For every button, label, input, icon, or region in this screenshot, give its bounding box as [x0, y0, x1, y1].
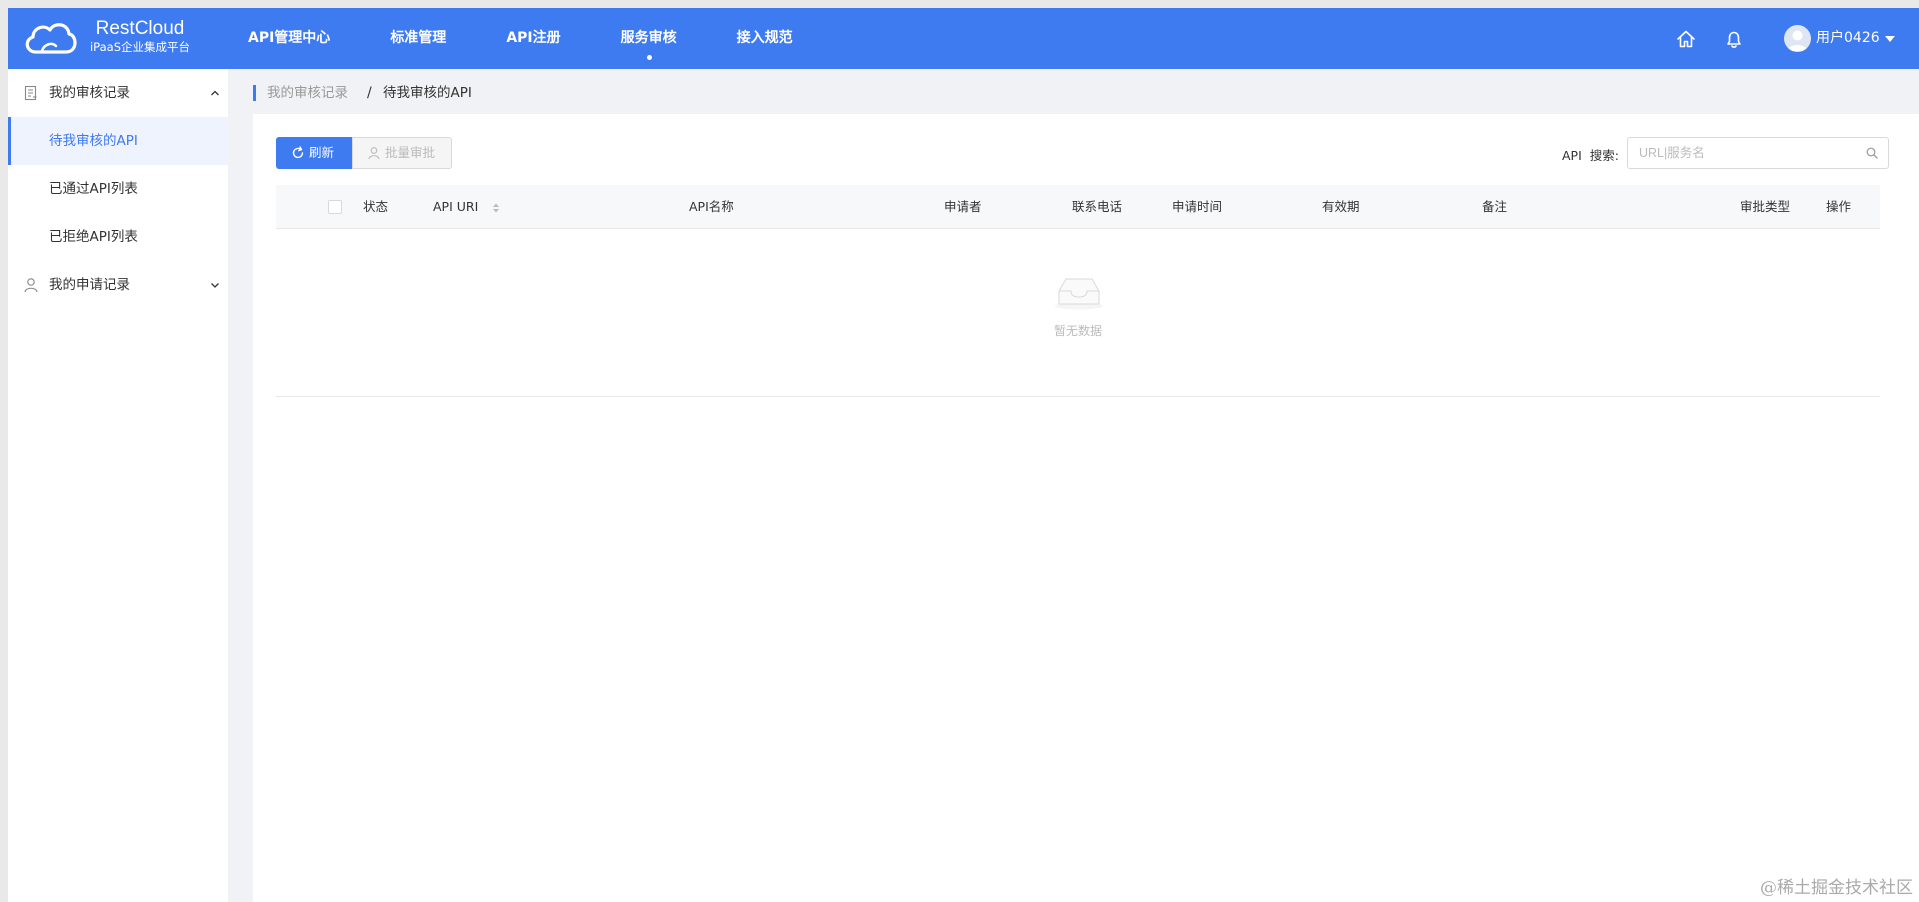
- table-header: 状态 API URI API名称 申请者 联系电话 申请时间 有效期 备注 审批…: [276, 185, 1880, 229]
- refresh-button[interactable]: 刷新: [276, 137, 352, 169]
- sidebar-group-label: 我的审核记录: [49, 85, 130, 101]
- caret-down-icon[interactable]: [1885, 36, 1895, 42]
- nav-access-spec[interactable]: 接入规范: [737, 8, 793, 69]
- nav-label: API管理中心: [248, 30, 331, 46]
- nav-standard-management[interactable]: 标准管理: [390, 8, 446, 69]
- breadcrumb-current: 待我审核的API: [383, 85, 472, 101]
- batch-approve-button[interactable]: 批量审批: [352, 137, 452, 169]
- chevron-down-icon: [211, 283, 219, 288]
- nav-api-register[interactable]: API注册: [506, 8, 560, 69]
- sidebar-item-label: 已通过API列表: [49, 181, 138, 197]
- sort-icon[interactable]: [492, 202, 500, 214]
- nav-service-review[interactable]: 服务审核: [621, 8, 677, 69]
- sidebar-item-label: 已拒绝API列表: [49, 229, 138, 245]
- breadcrumb-bar: [253, 85, 256, 101]
- batch-approve-label: 批量审批: [385, 145, 436, 160]
- sidebar-item-label: 待我审核的API: [49, 133, 138, 149]
- breadcrumb-parent[interactable]: 我的审核记录: [267, 84, 348, 102]
- main-panel: 刷新 批量审批 API 搜索: 状态 API URI AP: [253, 114, 1919, 902]
- refresh-label: 刷新: [309, 145, 335, 160]
- top-header: RestCloud iPaaS企业集成平台 API管理中心 标准管理 API注册…: [8, 8, 1919, 69]
- cloud-logo-icon: [25, 23, 77, 54]
- user-name[interactable]: 用户0426: [1816, 28, 1880, 48]
- table-empty-state: 暂无数据: [276, 229, 1880, 397]
- nav-label: 标准管理: [390, 30, 447, 46]
- watermark: @稀土掘金技术社区: [1760, 878, 1913, 898]
- sidebar-group-label: 我的申请记录: [49, 277, 130, 293]
- search-icon[interactable]: [1866, 147, 1878, 159]
- brand[interactable]: RestCloud iPaaS企业集成平台: [85, 18, 195, 55]
- refresh-icon: [292, 146, 304, 159]
- search-label: API 搜索:: [1562, 148, 1619, 163]
- nav-active-indicator: [646, 55, 652, 60]
- column-apply-time: 申请时间: [1172, 199, 1223, 214]
- search-input[interactable]: [1628, 138, 1848, 168]
- nav-label: 接入规范: [736, 30, 793, 46]
- document-icon: [24, 85, 37, 101]
- brand-subtitle: iPaaS企业集成平台: [89, 40, 190, 54]
- sidebar-item-pending-api[interactable]: 待我审核的API: [8, 117, 228, 165]
- search-field[interactable]: [1627, 137, 1889, 169]
- column-remark: 备注: [1482, 199, 1508, 214]
- app-window: RestCloud iPaaS企业集成平台 API管理中心 标准管理 API注册…: [8, 8, 1919, 902]
- home-icon[interactable]: [1675, 28, 1697, 50]
- empty-inbox-icon: [1055, 278, 1103, 310]
- bell-icon[interactable]: [1723, 28, 1745, 50]
- select-all-checkbox[interactable]: [328, 200, 342, 214]
- sidebar-group-my-reviews[interactable]: 我的审核记录: [8, 69, 228, 117]
- sidebar-item-rejected-api[interactable]: 已拒绝API列表: [8, 213, 228, 261]
- sidebar-group-my-applications[interactable]: 我的申请记录: [8, 261, 228, 309]
- nav-api-management[interactable]: API管理中心: [248, 8, 330, 69]
- column-applicant: 申请者: [944, 199, 982, 214]
- user-icon: [24, 278, 38, 293]
- main-nav: API管理中心 标准管理 API注册 服务审核 接入规范: [248, 8, 793, 69]
- brand-name: RestCloud: [95, 18, 185, 39]
- user-icon: [368, 147, 380, 160]
- column-approval-type: 审批类型: [1740, 199, 1791, 214]
- empty-text: 暂无数据: [1053, 324, 1102, 338]
- column-api-uri[interactable]: API URI: [433, 185, 478, 229]
- breadcrumb-separator: /: [367, 85, 372, 101]
- avatar-icon[interactable]: [1784, 25, 1811, 52]
- column-phone: 联系电话: [1072, 199, 1123, 214]
- sidebar: 我的审核记录 待我审核的API 已通过API列表 已拒绝API列表 我的申请记录: [8, 69, 228, 902]
- sidebar-item-approved-api[interactable]: 已通过API列表: [8, 165, 228, 213]
- column-actions: 操作: [1826, 199, 1852, 214]
- column-status: 状态: [363, 199, 389, 214]
- nav-label: API注册: [506, 30, 561, 46]
- column-validity: 有效期: [1322, 199, 1360, 214]
- chevron-up-icon: [211, 90, 219, 96]
- nav-label: 服务审核: [620, 30, 677, 46]
- column-api-name: API名称: [689, 199, 734, 214]
